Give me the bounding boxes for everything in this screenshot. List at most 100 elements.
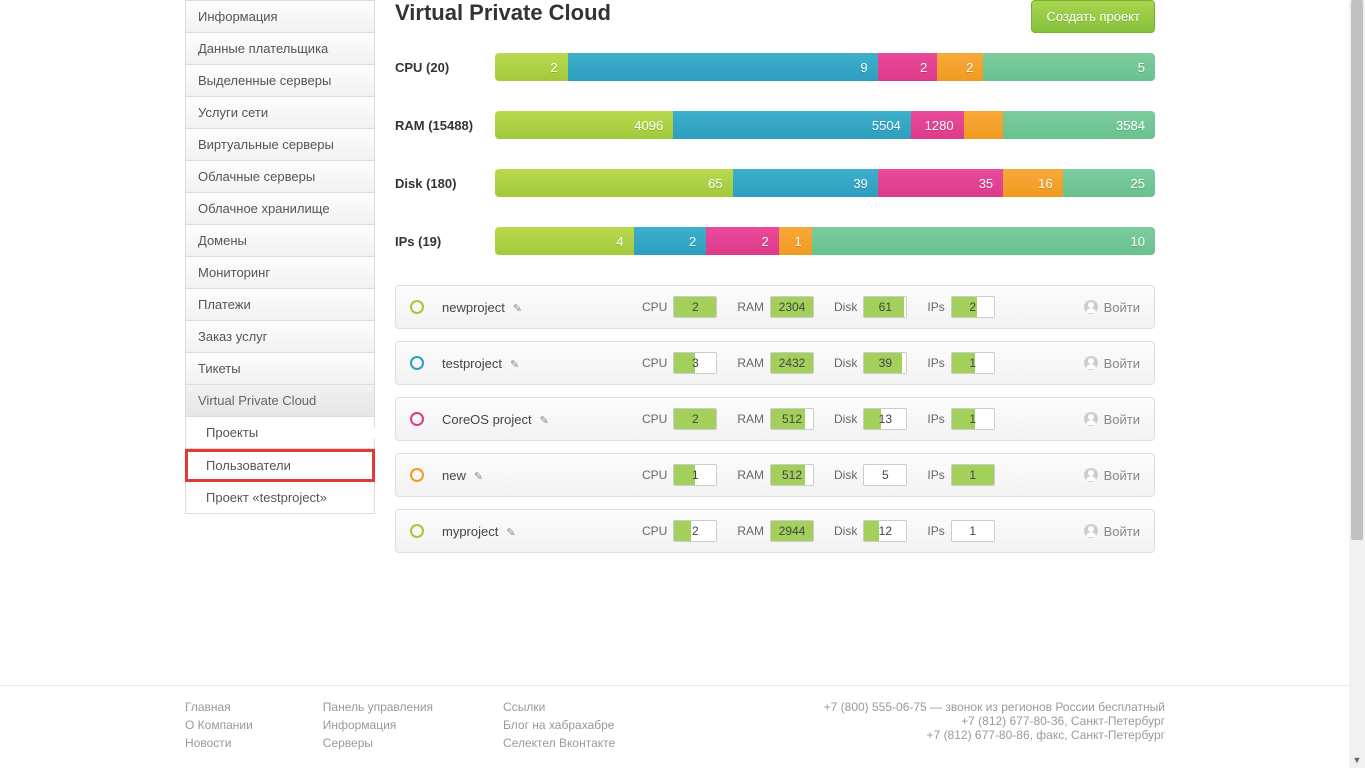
stat-box[interactable]: 2 — [673, 408, 717, 430]
sidebar-item-monitoring[interactable]: Мониторинг — [185, 257, 375, 289]
sidebar-item-network[interactable]: Услуги сети — [185, 97, 375, 129]
sidebar-item-tickets[interactable]: Тикеты — [185, 353, 375, 385]
stat-fill — [864, 521, 879, 541]
login-link[interactable]: Войти — [1084, 300, 1140, 315]
edit-icon[interactable]: ✎ — [540, 415, 549, 427]
stat-box[interactable]: 13 — [863, 408, 907, 430]
stat-label: CPU — [642, 412, 667, 426]
resource-bar: 6539351625 — [495, 169, 1155, 197]
edit-icon[interactable]: ✎ — [506, 527, 515, 539]
footer-link[interactable]: Ссылки — [503, 700, 615, 714]
sidebar-item-dedicated[interactable]: Выделенные серверы — [185, 65, 375, 97]
stat-label: CPU — [642, 300, 667, 314]
stat-value: 1 — [969, 468, 976, 482]
footer-contact: +7 (812) 677-80-36, Санкт-Петербург — [824, 714, 1165, 728]
project-list: newproject✎CPU2RAM2304Disk61IPs2Войтиtes… — [395, 285, 1155, 553]
login-link[interactable]: Войти — [1084, 468, 1140, 483]
sidebar-item-users[interactable]: Пользователи — [185, 449, 375, 482]
stat-box[interactable]: 3 — [673, 352, 717, 374]
user-icon — [1084, 412, 1098, 426]
create-project-button[interactable]: Создать проект — [1031, 0, 1155, 33]
stat-box[interactable]: 1 — [673, 464, 717, 486]
user-icon — [1084, 356, 1098, 370]
sidebar-item-payments[interactable]: Платежи — [185, 289, 375, 321]
stat-box[interactable]: 12 — [863, 520, 907, 542]
scrollbar[interactable]: ▲ ▼ — [1349, 0, 1365, 768]
resource-segment: 2 — [495, 53, 568, 81]
login-link[interactable]: Войти — [1084, 412, 1140, 427]
stat-box[interactable]: 5 — [863, 464, 907, 486]
login-link[interactable]: Войти — [1084, 356, 1140, 371]
stat-box[interactable]: 1 — [951, 464, 995, 486]
project-row[interactable]: newproject✎CPU2RAM2304Disk61IPs2Войти — [395, 285, 1155, 329]
scrollbar-thumb[interactable] — [1351, 0, 1363, 540]
stat-box[interactable]: 2 — [673, 296, 717, 318]
stat-box[interactable]: 2 — [951, 296, 995, 318]
stat-box[interactable]: 1 — [951, 352, 995, 374]
stat-ram: RAM 2432 — [737, 352, 814, 374]
footer-col-1: Главная О Компании Новости — [185, 700, 253, 754]
sidebar-item-order[interactable]: Заказ услуг — [185, 321, 375, 353]
footer-link[interactable]: О Компании — [185, 718, 253, 732]
footer-link[interactable]: Новости — [185, 736, 253, 750]
footer-link[interactable]: Главная — [185, 700, 253, 714]
stat-disk: Disk 12 — [834, 520, 907, 542]
stat-value: 2432 — [779, 356, 806, 370]
resource-segment: 16 — [1003, 169, 1062, 197]
stat-box[interactable]: 2 — [673, 520, 717, 542]
user-icon — [1084, 524, 1098, 538]
stat-ips: IPs1 — [927, 408, 994, 430]
sidebar-item-storage[interactable]: Облачное хранилище — [185, 193, 375, 225]
stat-disk: Disk61 — [834, 296, 907, 318]
resource-segment: 1280 — [911, 111, 964, 139]
project-row[interactable]: testproject✎CPU3RAM2432Disk39IPs1Войти — [395, 341, 1155, 385]
resource-segment: 65 — [495, 169, 733, 197]
resource-segment: 35 — [878, 169, 1003, 197]
sidebar-item-cloud[interactable]: Облачные серверы — [185, 161, 375, 193]
resource-segment: 2 — [706, 227, 779, 255]
sidebar-item-vpc[interactable]: Virtual Private Cloud — [185, 385, 375, 417]
stat-label: Disk — [834, 468, 857, 482]
stat-value: 12 — [879, 524, 892, 538]
sidebar-item-projects[interactable]: Проекты — [185, 417, 375, 449]
edit-icon[interactable]: ✎ — [513, 303, 522, 315]
stat-value: 1 — [969, 412, 976, 426]
project-row[interactable]: CoreOS project✎CPU2RAM512Disk13IPs1Войти — [395, 397, 1155, 441]
footer-link[interactable]: Селектел Вконтакте — [503, 736, 615, 750]
footer-link[interactable]: Серверы — [323, 736, 433, 750]
stat-box[interactable]: 1 — [951, 408, 995, 430]
login-link[interactable]: Войти — [1084, 524, 1140, 539]
stat-box[interactable]: 2304 — [770, 296, 814, 318]
status-icon — [410, 524, 424, 538]
stat-box[interactable]: 512 — [770, 464, 814, 486]
footer-link[interactable]: Блог на хабрахабре — [503, 718, 615, 732]
sidebar-item-virtual[interactable]: Виртуальные серверы — [185, 129, 375, 161]
sidebar-item-testproject[interactable]: Проект «testproject» — [185, 482, 375, 514]
footer-link[interactable]: Информация — [323, 718, 433, 732]
sidebar-item-domains[interactable]: Домены — [185, 225, 375, 257]
footer-link[interactable]: Панель управления — [323, 700, 433, 714]
stat-label: RAM — [737, 524, 764, 538]
edit-icon[interactable]: ✎ — [474, 471, 483, 483]
stat-box[interactable]: 512 — [770, 408, 814, 430]
stat-box[interactable]: 2432 — [770, 352, 814, 374]
stat-box[interactable]: 2944 — [770, 520, 814, 542]
sidebar-item-payer[interactable]: Данные плательщика — [185, 33, 375, 65]
stat-value: 61 — [879, 300, 892, 314]
sidebar-item-info[interactable]: Информация — [185, 0, 375, 33]
edit-icon[interactable]: ✎ — [510, 359, 519, 371]
scroll-down-icon[interactable]: ▼ — [1349, 752, 1365, 768]
stat-label: Disk — [834, 524, 857, 538]
stat-box[interactable]: 61 — [863, 296, 907, 318]
stat-fill — [674, 521, 691, 541]
stat-label: RAM — [737, 412, 764, 426]
project-row[interactable]: new✎CPU1RAM512Disk5IPs1Войти — [395, 453, 1155, 497]
stat-label: IPs — [927, 300, 944, 314]
resource-label: IPs (19) — [395, 234, 495, 249]
project-row[interactable]: myproject✎CPU2RAM2944Disk12IPs1Войти — [395, 509, 1155, 553]
stat-label: RAM — [737, 356, 764, 370]
stat-box[interactable]: 1 — [951, 520, 995, 542]
stat-box[interactable]: 39 — [863, 352, 907, 374]
login-label: Войти — [1104, 524, 1140, 539]
stat-value: 2 — [692, 412, 699, 426]
